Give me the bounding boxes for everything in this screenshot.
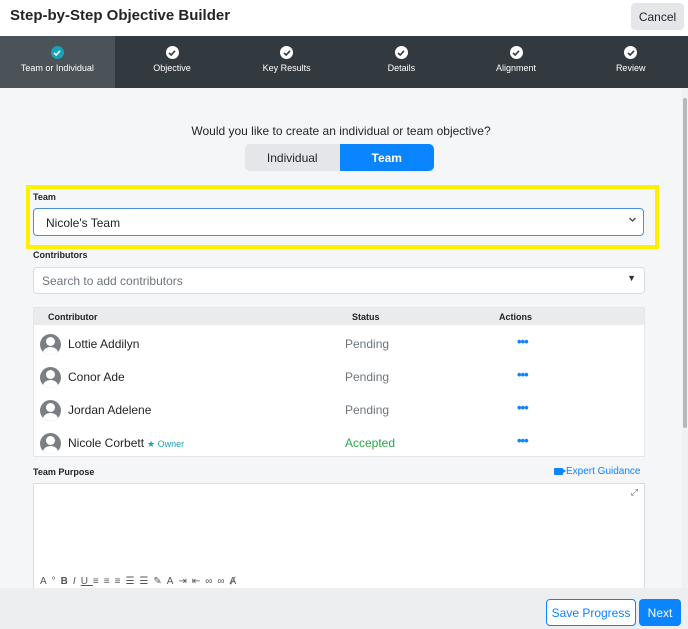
avatar	[40, 334, 61, 355]
video-camera-icon	[554, 468, 566, 475]
contributor-name: Nicole Corbett	[68, 436, 145, 450]
step-label: Details	[387, 63, 416, 73]
step-label: Review	[615, 63, 646, 73]
indent-icon[interactable]: ⇥	[178, 576, 191, 587]
page-title: Step-by-Step Objective Builder	[10, 7, 231, 24]
step-key-results[interactable]: Key Results	[229, 36, 344, 88]
table-row: Lottie Addilyn Pending •••	[34, 327, 644, 360]
align-right-icon[interactable]: ≡	[115, 576, 126, 587]
owner-label: Owner	[157, 439, 185, 449]
column-contributor: Contributor	[48, 312, 98, 322]
next-button[interactable]: Next	[639, 599, 681, 626]
contributor-search-input[interactable]: Search to add contributors ▼	[33, 267, 645, 294]
table-row: Conor Ade Pending •••	[34, 360, 644, 393]
step-alignment[interactable]: Alignment	[459, 36, 574, 88]
bullet-list-icon[interactable]: ☰	[125, 576, 139, 587]
contributor-status: Accepted	[345, 436, 396, 450]
chevron-down-icon	[628, 215, 637, 227]
step-details[interactable]: Details	[344, 36, 459, 88]
step-objective[interactable]: Objective	[115, 36, 230, 88]
more-actions-icon[interactable]: •••	[517, 334, 529, 349]
contributor-status: Pending	[345, 403, 390, 417]
cancel-button[interactable]: Cancel	[631, 3, 684, 30]
team-purpose-label: Team Purpose	[33, 467, 95, 477]
avatar	[40, 433, 61, 454]
header-bar: Step-by-Step Objective Builder Cancel	[0, 0, 688, 36]
numbered-list-icon[interactable]: ☰	[139, 576, 153, 587]
step-label: Key Results	[262, 63, 311, 73]
team-purpose-editor[interactable]: ⤢ A°BIU≡≡≡☰☰✎A⇥⇤∞∞Ⱥ	[33, 483, 645, 588]
more-actions-icon[interactable]: •••	[517, 433, 529, 448]
contributors-table: Contributor Status Actions Lottie Addily…	[33, 307, 645, 457]
objective-type-toggle: Individual Team	[245, 144, 434, 171]
outdent-icon[interactable]: ⇤	[192, 576, 205, 587]
step-progress-bar: Team or Individual Objective Key Results…	[0, 36, 688, 88]
more-actions-icon[interactable]: •••	[517, 367, 529, 382]
table-row: Nicole Corbett ★ Owner Accepted •••	[34, 426, 644, 459]
contributor-name-owner: Nicole Corbett ★ Owner	[68, 436, 184, 450]
search-placeholder: Search to add contributors	[42, 274, 183, 288]
contributor-name: Jordan Adelene	[68, 403, 152, 417]
editor-toolbar: A°BIU≡≡≡☰☰✎A⇥⇤∞∞Ⱥ	[40, 576, 241, 587]
check-circle-icon	[509, 46, 523, 59]
unlink-icon[interactable]: ∞	[217, 576, 229, 587]
individual-option[interactable]: Individual	[245, 144, 340, 171]
step-label: Team or Individual	[20, 63, 94, 73]
align-left-icon[interactable]: ≡	[93, 576, 104, 587]
owner-badge: ★ Owner	[147, 439, 184, 449]
highlight-icon[interactable]: ✎	[153, 576, 166, 587]
check-circle-icon	[280, 46, 294, 59]
team-select-value: Nicole's Team	[46, 216, 121, 230]
expert-guidance-link[interactable]: Expert Guidance	[554, 466, 641, 477]
team-select[interactable]: Nicole's Team	[33, 208, 644, 236]
font-size-icon[interactable]: A°	[40, 576, 61, 587]
italic-icon[interactable]: I	[73, 576, 81, 587]
star-icon: ★	[147, 439, 156, 449]
expand-icon[interactable]: ⤢	[631, 487, 638, 498]
link-icon[interactable]: ∞	[205, 576, 217, 587]
table-header: Contributor Status Actions	[34, 308, 644, 325]
step-team-or-individual[interactable]: Team or Individual	[0, 36, 115, 88]
save-progress-button[interactable]: Save Progress	[546, 599, 636, 626]
expert-guidance-label: Expert Guidance	[566, 466, 641, 477]
step-review[interactable]: Review	[573, 36, 688, 88]
contributors-label: Contributors	[33, 250, 88, 260]
contributor-name: Lottie Addilyn	[68, 337, 140, 351]
builder-content: Would you like to create an individual o…	[0, 88, 682, 588]
clear-format-icon[interactable]: Ⱥ	[230, 576, 242, 587]
team-label: Team	[33, 192, 56, 202]
avatar	[40, 367, 61, 388]
contributor-status: Pending	[345, 337, 390, 351]
check-circle-icon	[624, 46, 638, 59]
caret-down-icon[interactable]: ▼	[627, 273, 636, 283]
font-color-icon[interactable]: A	[167, 576, 179, 587]
check-circle-icon	[50, 46, 64, 59]
bold-icon[interactable]: B	[61, 576, 73, 587]
step-label: Objective	[153, 63, 191, 73]
check-circle-icon	[394, 46, 408, 59]
objective-type-question: Would you like to create an individual o…	[191, 124, 491, 138]
avatar	[40, 400, 61, 421]
underline-icon[interactable]: U	[81, 576, 93, 587]
contributor-status: Pending	[345, 370, 390, 384]
check-circle-icon	[165, 46, 179, 59]
content-scrollbar[interactable]	[682, 88, 688, 588]
column-status: Status	[352, 312, 380, 322]
contributor-name: Conor Ade	[68, 370, 125, 384]
step-label: Alignment	[496, 63, 537, 73]
align-center-icon[interactable]: ≡	[104, 576, 115, 587]
footer-bar: Save Progress Next	[0, 588, 688, 629]
column-actions: Actions	[499, 312, 533, 322]
team-option[interactable]: Team	[339, 144, 434, 171]
more-actions-icon[interactable]: •••	[517, 400, 529, 415]
table-row: Jordan Adelene Pending •••	[34, 393, 644, 426]
scrollbar-thumb[interactable]	[683, 98, 687, 428]
